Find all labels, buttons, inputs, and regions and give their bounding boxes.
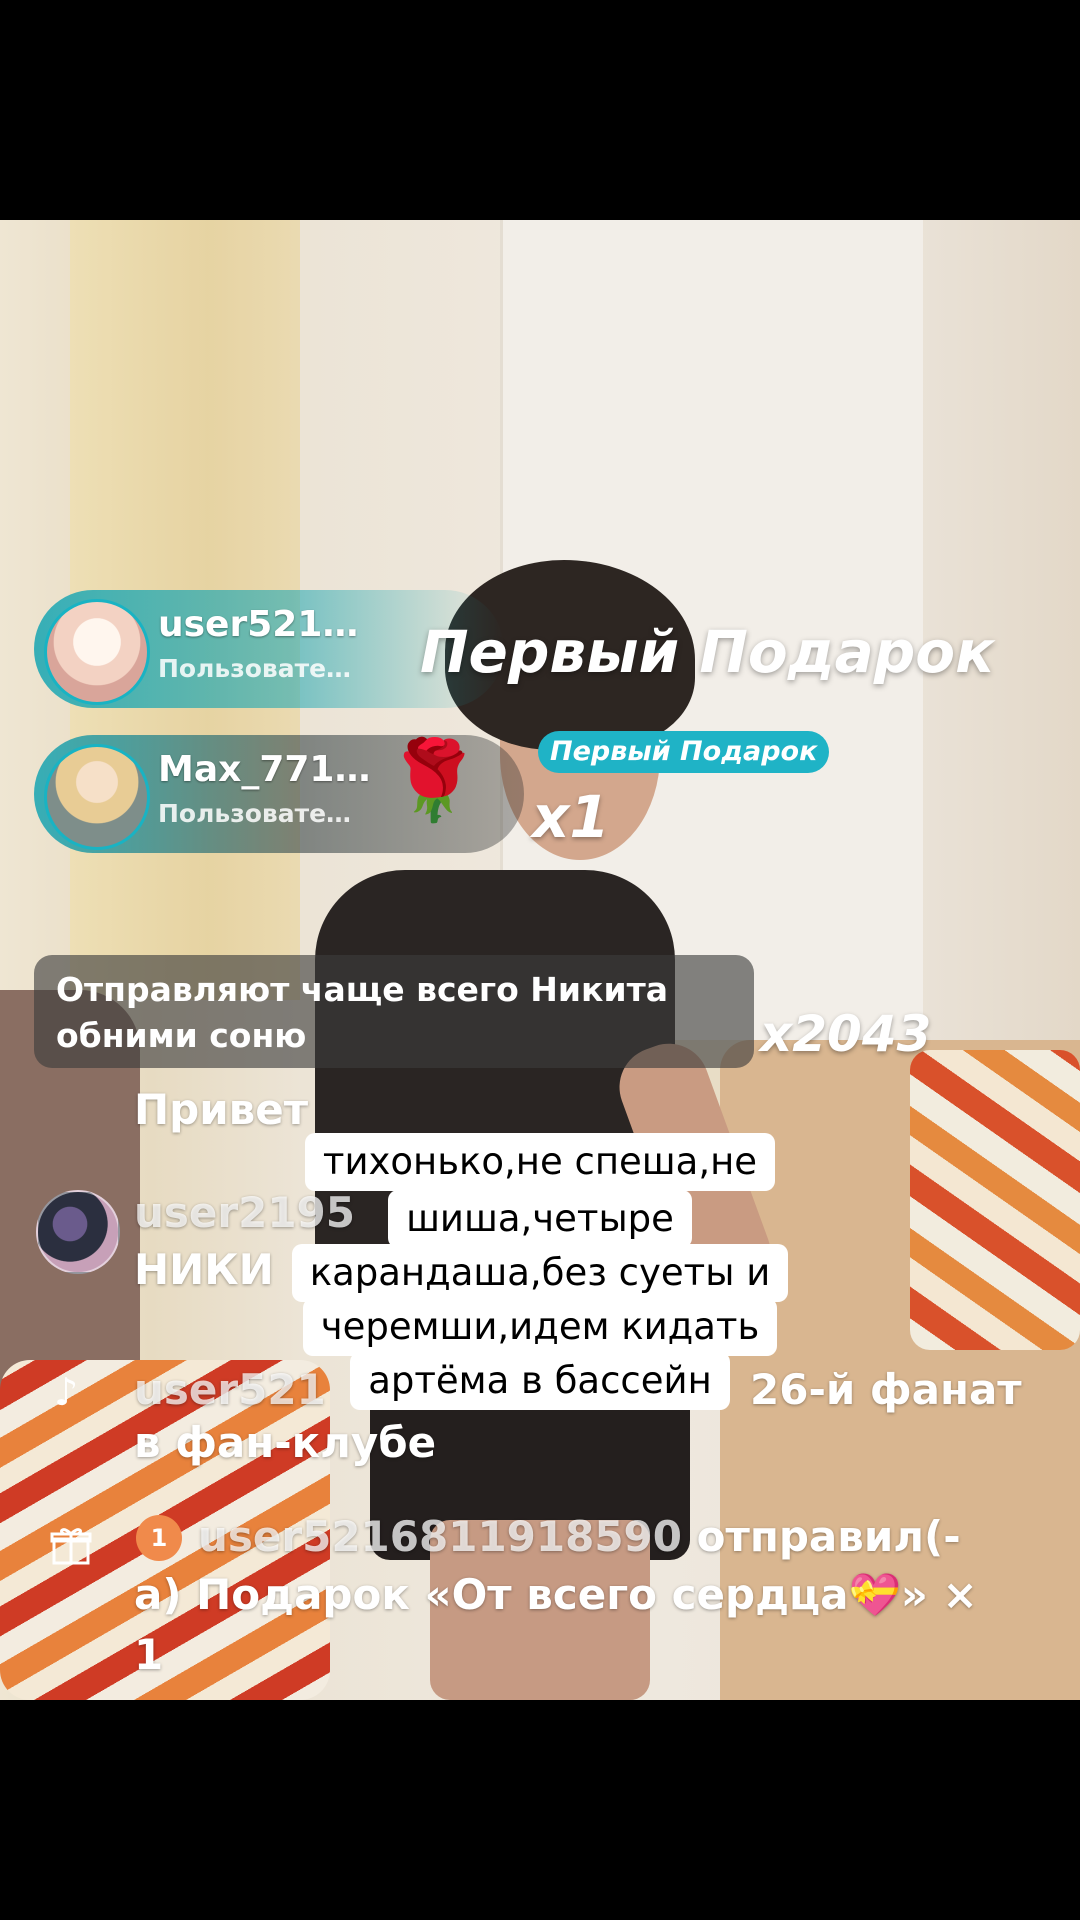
- caption-line: тихонько,не спеша,не: [0, 1133, 1080, 1191]
- gift-name-text: а) Подарок «От всего сердца: [134, 1570, 849, 1619]
- gift-multiplier: x1: [532, 783, 610, 851]
- gift-username: user521…: [158, 604, 359, 645]
- caption-text: черемши,идем кидать: [302, 1298, 778, 1356]
- heart-level-badge: 1: [136, 1515, 182, 1561]
- caption-text: карандаша,без суеты и: [291, 1244, 789, 1302]
- gift-chat-message: user5216811918590 отправил(-: [198, 1512, 961, 1561]
- caption-text: шиша,четыре: [388, 1190, 692, 1248]
- caption-text: артёма в бассейн: [350, 1352, 730, 1410]
- frequent-gifts-banner[interactable]: Отправляют чаще всего Никита обними соню: [34, 955, 754, 1068]
- rose-icon: 🌹: [385, 736, 483, 826]
- chat-message: Привет: [134, 1085, 309, 1134]
- chat-message: в фан-клубе: [134, 1418, 437, 1467]
- avatar[interactable]: [44, 599, 150, 705]
- first-gift-title: Первый Подарок: [420, 618, 995, 686]
- gift-count: 1: [134, 1630, 164, 1679]
- live-overlay: user521… Пользовате… Первый Подарок Max_…: [0, 0, 1080, 1920]
- gift-action-text: отправил(-: [682, 1512, 961, 1561]
- chat-username-text[interactable]: user5216811918590: [198, 1512, 682, 1561]
- gift-chat-message-line2: а) Подарок «От всего сердца💝» ×: [134, 1570, 978, 1620]
- gift-count-text: » ×: [900, 1570, 978, 1619]
- gift-subtitle: Пользовате…: [158, 799, 352, 828]
- frequent-gifts-multiplier: x2043: [760, 1005, 932, 1063]
- gift-icon: [50, 1528, 92, 1565]
- gift-username: Max_771…: [158, 749, 371, 790]
- heart-gift-icon: 💝: [848, 1570, 901, 1619]
- avatar[interactable]: [44, 744, 150, 850]
- caption-line: черемши,идем кидать: [0, 1298, 1080, 1356]
- caption-text: тихонько,не спеша,не: [304, 1133, 776, 1191]
- caption-line: шиша,четыре: [0, 1190, 1080, 1248]
- caption-line: карандаша,без суеты и: [0, 1244, 1080, 1302]
- gift-subtitle: Пользовате…: [158, 654, 352, 683]
- first-gift-badge: Первый Подарок: [538, 731, 830, 773]
- caption-line: артёма в бассейн: [0, 1352, 1080, 1410]
